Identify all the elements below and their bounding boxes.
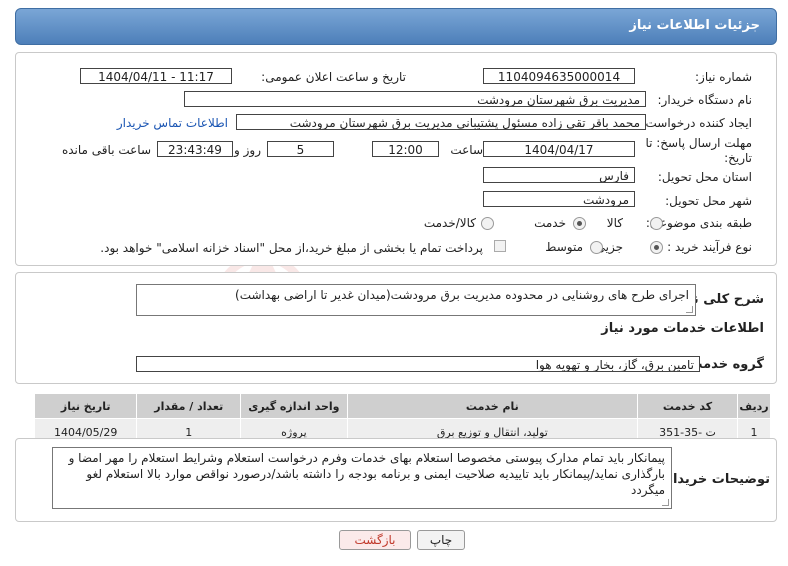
buyer-notes-textarea: پیمانکار باید تمام مدارک پیوستی مخصوصا ا… [52,447,672,509]
col-unit: واحد اندازه گیری [240,393,348,419]
print-button[interactable]: چاپ [417,530,465,550]
process-radio-medium[interactable] [590,241,603,254]
payment-note: پرداخت تمام یا بخشی از مبلغ خرید،از محل … [100,241,483,255]
category-radio-goods[interactable] [650,217,663,230]
category-radio-goods-service[interactable] [481,217,494,230]
city-label: شهر محل تحویل: [665,194,752,208]
need-number-label: شماره نیاز: [695,70,752,84]
announce-field: 1404/04/11 - 11:17 [80,68,232,84]
deadline-time-field: 12:00 [372,141,439,157]
col-need-date: تاریخ نیاز [33,393,138,419]
description-textarea: اجرای طرح های روشنایی در محدوده مدیریت ب… [136,284,696,316]
process-radio-minor[interactable] [650,241,663,254]
requester-label: ایجاد کننده درخواست: [641,116,752,130]
col-quantity: تعداد / مقدار [136,393,242,419]
province-label: استان محل تحویل: [657,170,752,184]
back-button[interactable]: بازگشت [339,530,411,550]
col-service-code: کد خدمت [637,393,739,419]
category-option-goods-service: کالا/خدمت [423,216,476,230]
remaining-time-field: 23:43:49 [157,141,233,157]
category-option-goods: کالا [606,216,623,230]
province-field: فارس [483,167,635,183]
service-group-field: تامین برق، گاز، بخار و تهویه هوا [136,356,700,372]
treasury-payment-checkbox[interactable] [494,240,506,252]
page-title: جزئیات اطلاعات نیاز [629,18,760,33]
process-option-medium: متوسط [545,240,583,254]
need-number-field: 1104094635000014 [483,68,635,84]
deadline-date-field: 1404/04/17 [483,141,635,157]
services-section-title: اطلاعات خدمات مورد نیاز [601,321,764,336]
deadline-label: مهلت ارسال پاسخ: تا [645,136,752,150]
textarea-resize-handle[interactable] [686,306,693,313]
description-text: اجرای طرح های روشنایی در محدوده مدیریت ب… [235,288,689,302]
category-option-service: خدمت [534,216,566,230]
table-header-row: ردیف کد خدمت نام خدمت واحد اندازه گیری ت… [33,393,771,419]
remaining-label: ساعت باقی مانده [61,143,151,157]
days-field: 5 [267,141,334,157]
deadline-label-date: تاریخ: [724,151,752,165]
buyer-notes-label: توضیحات خریدار: [660,472,770,487]
category-radio-service[interactable] [573,217,586,230]
col-service-name: نام خدمت [346,393,639,419]
textarea-resize-handle[interactable] [662,499,669,506]
buyer-notes-text: پیمانکار باید تمام مدارک پیوستی مخصوصا ا… [68,451,665,497]
announce-label: تاریخ و ساعت اعلان عمومی: [261,70,406,84]
days-label: روز و [234,143,261,157]
page-header: جزئیات اطلاعات نیاز [15,8,777,45]
requester-field: محمد باقر تقی زاده مسئول پشتیبانی مدیریت… [236,114,646,130]
col-row-number: ردیف [737,393,771,419]
deadline-time-label: ساعت [450,143,483,157]
buyer-contact-link[interactable]: اطلاعات تماس خریدار [117,116,228,130]
process-label: نوع فرآیند خرید : [667,240,752,254]
details-panel [15,52,777,266]
buyer-org-field: مدیریت برق شهرستان مرودشت [184,91,646,107]
city-field: مرودشت [483,191,635,207]
buyer-org-label: نام دستگاه خریدار: [657,93,753,107]
